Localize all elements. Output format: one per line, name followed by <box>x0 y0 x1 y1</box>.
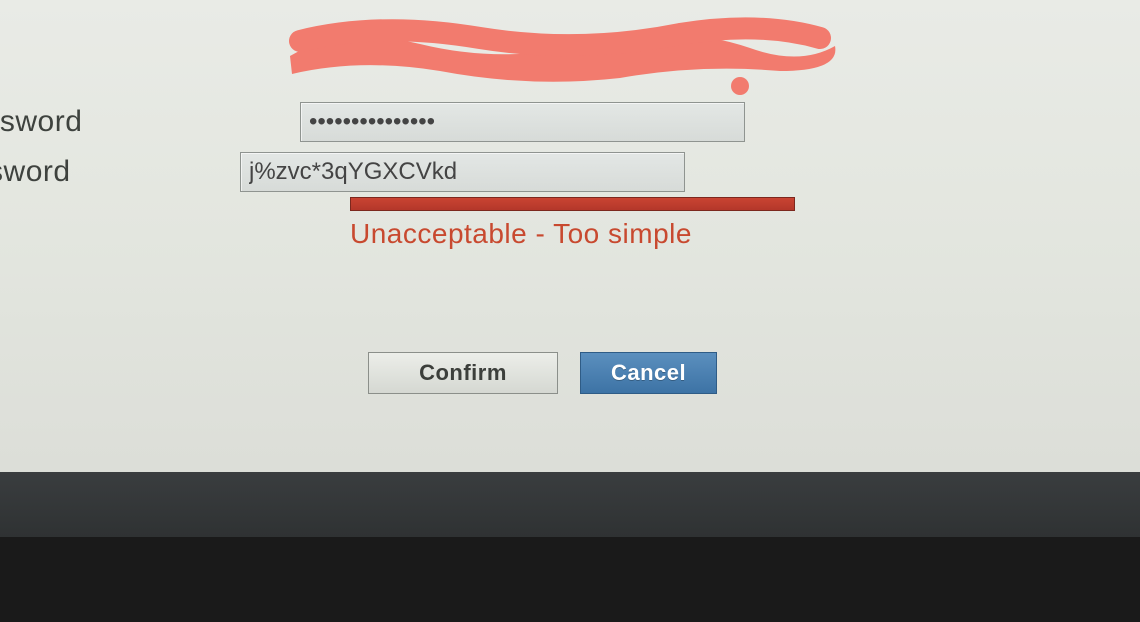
input-password[interactable] <box>300 102 745 142</box>
confirm-button[interactable]: Confirm <box>368 352 558 394</box>
row-password: password <box>0 102 745 142</box>
label-password: password <box>0 105 300 139</box>
redaction-scribble <box>280 16 850 86</box>
monitor-bezel <box>0 472 1140 537</box>
row-new-password: ew password <box>0 152 685 192</box>
label-new-password: ew password <box>0 155 240 189</box>
password-strength-bar <box>350 197 795 211</box>
input-new-password[interactable] <box>240 152 685 192</box>
password-strength-message: Unacceptable - Too simple <box>350 218 692 250</box>
dialog-panel: password ew password Unacceptable - Too … <box>0 0 1140 473</box>
cancel-button[interactable]: Cancel <box>580 352 717 394</box>
button-row: Confirm Cancel <box>368 352 717 394</box>
screen-photo: password ew password Unacceptable - Too … <box>0 0 1140 622</box>
